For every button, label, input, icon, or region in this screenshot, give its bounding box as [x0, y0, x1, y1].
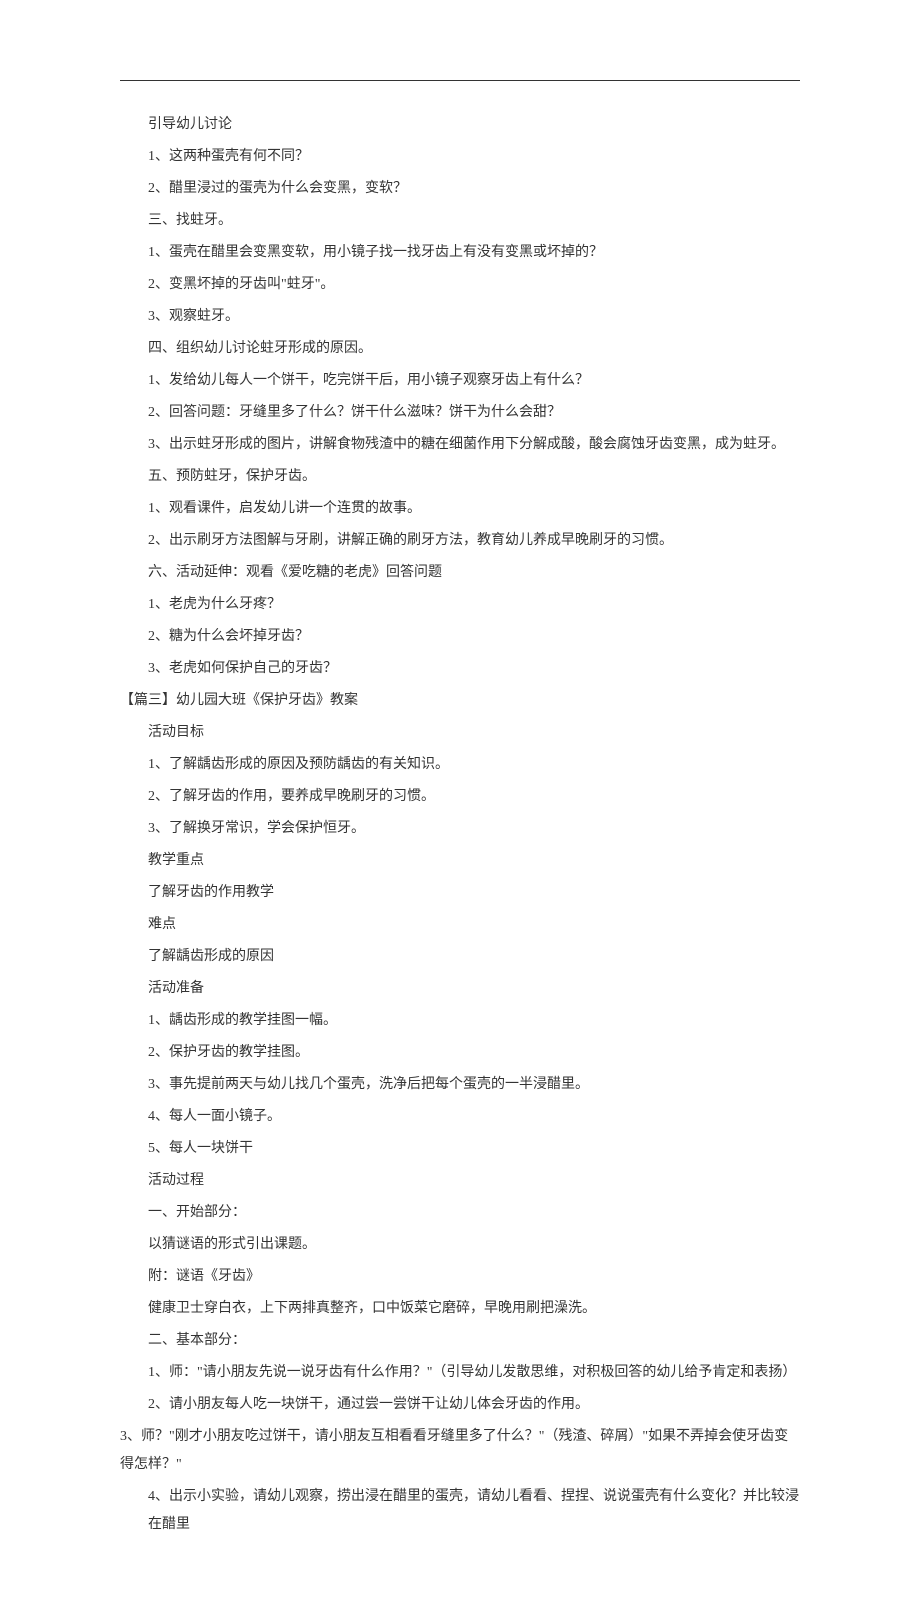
text-line: 引导幼儿讨论 [120, 111, 800, 139]
text-line: 1、老虎为什么牙疼？ [120, 591, 800, 619]
text-line: 3、了解换牙常识，学会保护恒牙。 [120, 815, 800, 843]
text-line: 附：谜语《牙齿》 [120, 1263, 800, 1291]
text-line: 3、出示蛀牙形成的图片，讲解食物残渣中的糖在细菌作用下分解成酸，酸会腐蚀牙齿变黑… [120, 431, 800, 459]
text-line: 1、龋齿形成的教学挂图一幅。 [120, 1007, 800, 1035]
text-line: 2、了解牙齿的作用，要养成早晚刷牙的习惯。 [120, 783, 800, 811]
text-line: 3、事先提前两天与幼儿找几个蛋壳，洗净后把每个蛋壳的一半浸醋里。 [120, 1071, 800, 1099]
text-line: 了解牙齿的作用教学 [120, 879, 800, 907]
text-line: 1、这两种蛋壳有何不同？ [120, 143, 800, 171]
text-line: 2、醋里浸过的蛋壳为什么会变黑，变软？ [120, 175, 800, 203]
document-content: 引导幼儿讨论 1、这两种蛋壳有何不同？ 2、醋里浸过的蛋壳为什么会变黑，变软？ 三、找… [120, 111, 800, 1539]
top-divider [120, 80, 800, 81]
text-line: 难点 [120, 911, 800, 939]
text-line: 4、每人一面小镜子。 [120, 1103, 800, 1131]
text-line: 5、每人一块饼干 [120, 1135, 800, 1163]
text-line: 一、开始部分： [120, 1199, 800, 1227]
text-line: 1、观看课件，启发幼儿讲一个连贯的故事。 [120, 495, 800, 523]
text-line: 3、观察蛀牙。 [120, 303, 800, 331]
text-line: 2、回答问题：牙缝里多了什么？饼干什么滋味？饼干为什么会甜？ [120, 399, 800, 427]
text-line: 1、了解龋齿形成的原因及预防龋齿的有关知识。 [120, 751, 800, 779]
text-line: 1、蛋壳在醋里会变黑变软，用小镜子找一找牙齿上有没有变黑或坏掉的？ [120, 239, 800, 267]
text-line: 3、老虎如何保护自己的牙齿？ [120, 655, 800, 683]
text-line: 五、预防蛀牙，保护牙齿。 [120, 463, 800, 491]
text-line: 以猜谜语的形式引出课题。 [120, 1231, 800, 1259]
text-line: 二、基本部分： [120, 1327, 800, 1355]
text-line: 了解龋齿形成的原因 [120, 943, 800, 971]
text-line: 2、糖为什么会坏掉牙齿？ [120, 623, 800, 651]
text-line: 三、找蛀牙。 [120, 207, 800, 235]
text-line: 1、发给幼儿每人一个饼干，吃完饼干后，用小镜子观察牙齿上有什么？ [120, 367, 800, 395]
text-line: 活动过程 [120, 1167, 800, 1195]
text-line: 2、保护牙齿的教学挂图。 [120, 1039, 800, 1067]
text-line: 2、变黑坏掉的牙齿叫"蛀牙"。 [120, 271, 800, 299]
text-line: 【篇三】幼儿园大班《保护牙齿》教案 [120, 687, 800, 715]
text-line: 四、组织幼儿讨论蛀牙形成的原因。 [120, 335, 800, 363]
text-line: 活动目标 [120, 719, 800, 747]
text-line: 1、师："请小朋友先说一说牙齿有什么作用？"（引导幼儿发散思维，对积极回答的幼儿… [120, 1359, 800, 1387]
text-line: 2、请小朋友每人吃一块饼干，通过尝一尝饼干让幼儿体会牙齿的作用。 [120, 1391, 800, 1419]
text-line: 4、出示小实验，请幼儿观察，捞出浸在醋里的蛋壳，请幼儿看看、捏捏、说说蛋壳有什么… [120, 1483, 800, 1539]
text-line: 活动准备 [120, 975, 800, 1003]
text-line: 3、师？"刚才小朋友吃过饼干，请小朋友互相看看牙缝里多了什么？"（残渣、碎屑）"… [120, 1423, 800, 1479]
text-line: 六、活动延伸：观看《爱吃糖的老虎》回答问题 [120, 559, 800, 587]
text-line: 2、出示刷牙方法图解与牙刷，讲解正确的刷牙方法，教育幼儿养成早晚刷牙的习惯。 [120, 527, 800, 555]
text-line: 教学重点 [120, 847, 800, 875]
text-line: 健康卫士穿白衣，上下两排真整齐，口中饭菜它磨碎，早晚用刷把澡洗。 [120, 1295, 800, 1323]
